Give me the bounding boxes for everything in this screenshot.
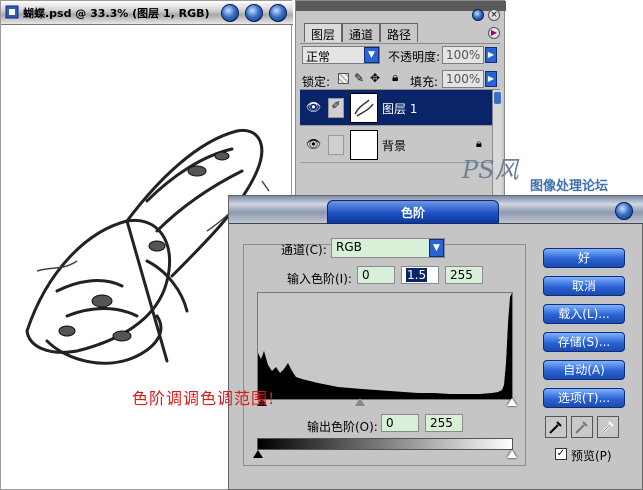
close-button[interactable] — [269, 4, 287, 22]
background-lock-icon: 🔒︎ — [476, 137, 482, 150]
load-button[interactable]: 载入(L)... — [543, 304, 625, 324]
preview-checkbox[interactable]: ✓ — [555, 448, 567, 460]
lock-image-icon[interactable]: ✎ — [354, 71, 364, 85]
lock-position-icon[interactable]: ✥ — [370, 71, 380, 85]
tab-channels[interactable]: 通道 — [342, 23, 381, 42]
gray-eyedropper-icon[interactable] — [571, 416, 593, 438]
output-levels-label: 输出色阶(O): — [307, 420, 378, 434]
channel-select[interactable]: RGB — [331, 238, 445, 258]
blend-mode-dropdown-icon[interactable]: ▼ — [364, 47, 379, 63]
butterfly-thumbnail-icon — [354, 99, 374, 117]
levels-dialog: 色阶 通道(C): RGB ▼ 输入色阶(I): 0 1.5 255 输出色阶(… — [228, 195, 643, 490]
panel-close-icon[interactable]: × — [488, 9, 500, 21]
layer-name: 背景 — [382, 139, 407, 153]
output-white-field[interactable]: 255 — [425, 414, 463, 432]
layer-row-layer1[interactable]: 👁︎ ✐ 图层 1 — [300, 90, 492, 126]
histogram — [257, 292, 513, 400]
visibility-eye-icon[interactable]: 👁︎ — [306, 137, 321, 151]
fill-slider-arrow-icon[interactable]: ▶ — [485, 71, 497, 87]
opacity-input[interactable]: 100% — [442, 46, 484, 64]
layer1-thumbnail — [350, 93, 378, 123]
histogram-graph — [258, 293, 512, 399]
preview-label: 预览(P) — [571, 449, 612, 463]
input-levels-label: 输入色阶(I): — [287, 272, 352, 286]
opacity-label: 不透明度: — [388, 50, 441, 64]
annotation-text: 色阶调调色调范围! — [132, 389, 276, 408]
fill-input[interactable]: 100% — [442, 70, 484, 88]
lock-label: 锁定: — [302, 75, 331, 89]
panel-menu-arrow-icon[interactable]: ▶ — [488, 27, 500, 39]
minimize-button[interactable] — [221, 4, 239, 22]
visibility-eye-icon[interactable]: 👁︎ — [306, 100, 321, 114]
lock-all-icon[interactable]: 🔒︎ — [392, 70, 398, 85]
white-eyedropper-icon[interactable] — [597, 416, 619, 438]
levels-close-button[interactable] — [615, 202, 633, 220]
link-slot-icon[interactable] — [328, 135, 344, 155]
input-gamma-slider[interactable] — [355, 398, 365, 406]
tab-layers[interactable]: 图层 — [304, 23, 343, 42]
background-thumbnail — [350, 130, 378, 160]
black-eyedropper-icon[interactable] — [545, 416, 567, 438]
lock-transparency-icon[interactable] — [338, 73, 349, 84]
tab-paths[interactable]: 路径 — [380, 23, 419, 42]
output-white-slider[interactable] — [507, 450, 517, 458]
panel-collapse-button[interactable] — [472, 9, 484, 21]
fill-label: 填充: — [410, 75, 439, 89]
brush-link-icon[interactable]: ✐ — [328, 98, 344, 118]
input-gamma-field[interactable]: 1.5 — [401, 266, 439, 284]
watermark-logo: PS风 — [462, 156, 519, 184]
auto-button[interactable]: 自动(A) — [543, 360, 625, 380]
options-button[interactable]: 选项(T)... — [543, 388, 625, 408]
channel-dropdown-icon[interactable]: ▼ — [429, 239, 444, 257]
photoshop-file-icon — [5, 5, 19, 19]
cancel-button[interactable]: 取消 — [543, 276, 625, 296]
ok-button[interactable]: 好 — [543, 248, 625, 268]
levels-title: 色阶 — [327, 200, 499, 224]
output-black-slider[interactable] — [253, 450, 263, 458]
output-gradient-bar — [257, 438, 513, 450]
document-titlebar[interactable]: 蝴蝶.psd @ 33.3% (图层 1, RGB) — [1, 1, 293, 25]
maximize-button[interactable] — [245, 4, 263, 22]
save-button[interactable]: 存储(S)... — [543, 332, 625, 352]
output-black-field[interactable]: 0 — [381, 414, 419, 432]
input-white-slider[interactable] — [507, 398, 517, 406]
layer-name: 图层 1 — [382, 102, 418, 116]
channel-label: 通道(C): — [281, 243, 327, 257]
input-white-field[interactable]: 255 — [445, 266, 483, 284]
document-title: 蝴蝶.psd @ 33.3% (图层 1, RGB) — [23, 7, 210, 20]
opacity-slider-arrow-icon[interactable]: ▶ — [485, 47, 497, 63]
levels-titlebar[interactable]: 色阶 — [229, 196, 643, 224]
watermark-text: 图像处理论坛 — [530, 179, 609, 194]
input-black-field[interactable]: 0 — [357, 266, 395, 284]
